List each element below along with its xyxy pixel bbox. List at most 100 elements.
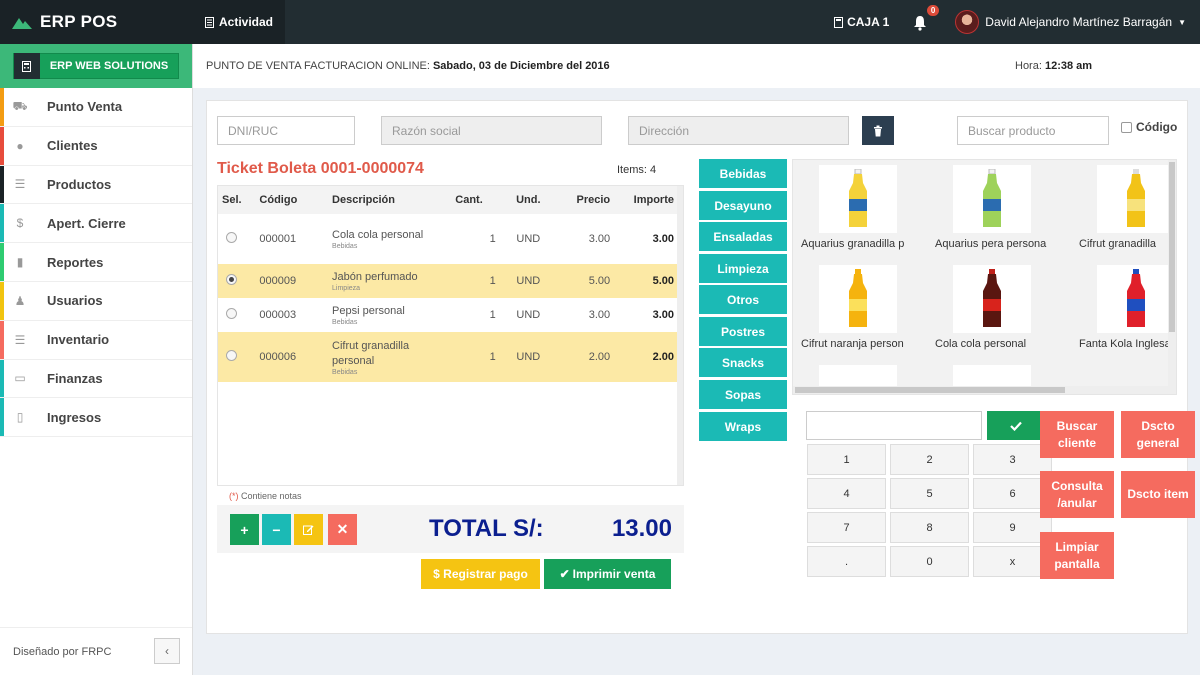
row-description: Cola cola personal	[332, 229, 424, 241]
sidebar-item-stripe	[0, 126, 4, 165]
clear-customer-button[interactable]	[862, 116, 894, 145]
keypad-confirm-button[interactable]	[987, 411, 1045, 440]
sidebar-item-reportes[interactable]: ▮ Reportes	[0, 243, 192, 282]
sidebar-item-ingresos[interactable]: ▯ Ingresos	[0, 398, 192, 438]
keypad-key-5[interactable]: 5	[890, 478, 969, 509]
dscto-item-button[interactable]: Dscto item	[1121, 471, 1195, 518]
sidebar-item-punto-venta[interactable]: ⛟ Punto Venta	[0, 88, 192, 127]
row-unit: UND	[516, 233, 541, 245]
sidebar-item-stripe	[0, 204, 4, 243]
keypad-display-input[interactable]	[806, 411, 982, 440]
keypad-key-7[interactable]: 7	[807, 512, 886, 543]
keypad-key-2[interactable]: 2	[890, 444, 969, 475]
product-card[interactable]: Fanta Kola Inglesa	[1071, 260, 1176, 360]
product-card[interactable]: Cifrut granadilla	[1071, 160, 1176, 260]
sidebar-item-stripe	[0, 243, 4, 281]
category-postres[interactable]: Postres	[699, 317, 787, 346]
table-row[interactable]: 000003 Pepsi personal Bebidas 1 UND 3.00 …	[218, 298, 678, 332]
row-select-radio[interactable]	[226, 308, 237, 319]
bottle-icon	[953, 165, 1031, 233]
category-sopas[interactable]: Sopas	[699, 380, 787, 409]
sidebar: ERP WEB SOLUTIONS ⛟ Punto Venta ● Clientes ☰…	[0, 44, 193, 675]
product-horizontal-scrollbar[interactable]	[793, 386, 1176, 394]
delete-item-button[interactable]: ✕	[328, 514, 357, 545]
search-product-input[interactable]	[957, 116, 1109, 145]
limpiar-pantalla-button[interactable]: Limpiar pantalla	[1040, 532, 1114, 579]
sidebar-item-productos[interactable]: ☰ Productos	[0, 165, 192, 205]
remove-item-button[interactable]: −	[262, 514, 291, 545]
sidebar-item-clientes[interactable]: ● Clientes	[0, 126, 192, 166]
row-amount: 3.00	[652, 309, 674, 321]
scroll-thumb[interactable]	[1169, 162, 1175, 332]
registrar-pago-button[interactable]: $ Registrar pago	[421, 559, 540, 589]
product-card[interactable]: Aquarius granadilla p	[793, 160, 921, 260]
list-icon: ☰	[14, 177, 26, 192]
notifications-button[interactable]: 0	[913, 5, 940, 31]
keypad-key-4[interactable]: 4	[807, 478, 886, 509]
total-label: TOTAL S/:	[429, 515, 544, 542]
row-code: 000001	[259, 233, 297, 245]
category-ensaladas[interactable]: Ensaladas	[699, 222, 787, 251]
brand-name: ERP POS	[40, 12, 118, 31]
category-wraps[interactable]: Wraps	[699, 412, 787, 441]
scroll-thumb[interactable]	[795, 387, 1065, 393]
sidebar-item-stripe	[0, 398, 4, 437]
product-card[interactable]: Cifrut naranja person	[793, 260, 921, 360]
category-snacks[interactable]: Snacks	[699, 348, 787, 377]
edit-item-button[interactable]	[294, 514, 323, 545]
row-select-radio[interactable]	[226, 232, 237, 243]
sidebar-item-label: Ingresos	[47, 409, 102, 425]
imprimir-venta-button[interactable]: ✔ Imprimir venta	[544, 559, 671, 589]
activity-link[interactable]: Actividad	[193, 0, 286, 44]
product-card[interactable]: Cola cola personal	[927, 260, 1055, 360]
category-limpieza[interactable]: Limpieza	[699, 254, 787, 283]
keypad-key-8[interactable]: 8	[890, 512, 969, 543]
pos-panel: Código Ticket Boleta 0001-0000074 Items:…	[206, 100, 1195, 634]
product-name: Aquarius pera persona	[935, 238, 1047, 250]
razon-social-input[interactable]	[381, 116, 602, 145]
sidebar-item-finanzas[interactable]: ▭ Finanzas	[0, 359, 192, 399]
checkbox[interactable]	[1121, 121, 1132, 133]
category-desayuno[interactable]: Desayuno	[699, 191, 787, 220]
brand[interactable]: ERP POS	[0, 0, 193, 44]
user-menu[interactable]: David Alejandro Martínez Barragán ▼	[955, 10, 1186, 34]
product-vertical-scrollbar[interactable]	[1168, 160, 1176, 394]
consulta-anular-button[interactable]: Consulta /anular	[1040, 471, 1114, 518]
product-card[interactable]: Aquarius pera persona	[927, 160, 1055, 260]
person-icon: ♟	[14, 293, 26, 308]
clock: Hora: 12:38 am	[1015, 60, 1092, 72]
keypad-key-0[interactable]: 0	[890, 546, 969, 577]
keypad-key-1[interactable]: 1	[807, 444, 886, 475]
items-count: Items: 4	[617, 164, 657, 176]
row-qty: 1	[489, 309, 496, 321]
sidebar-item-inventario[interactable]: ☰ Inventario	[0, 320, 192, 360]
codigo-label: Código	[1136, 120, 1178, 134]
keypad-key-dot[interactable]: .	[807, 546, 886, 577]
erp-web-solutions-button[interactable]: ERP WEB SOLUTIONS	[12, 53, 180, 79]
codigo-checkbox[interactable]: Código	[1121, 120, 1177, 134]
table-row[interactable]: 000009 Jabón perfumado Limpieza 1 UND 5.0…	[218, 264, 678, 298]
direccion-input[interactable]	[628, 116, 849, 145]
sidebar-item-apert-cierre[interactable]: $ Apert. Cierre	[0, 204, 192, 244]
category-otros[interactable]: Otros	[699, 285, 787, 314]
category-bebidas[interactable]: Bebidas	[699, 159, 787, 188]
dscto-general-button[interactable]: Dscto general	[1121, 411, 1195, 458]
sidebar-item-stripe	[0, 165, 4, 204]
col-precio: Precio	[556, 186, 615, 214]
caja-selector[interactable]: CAJA 1	[834, 15, 889, 29]
buscar-cliente-button[interactable]: Buscar cliente	[1040, 411, 1114, 458]
total-bar: + − ✕ TOTAL S/: 13.00	[217, 505, 684, 553]
sidebar-item-usuarios[interactable]: ♟ Usuarios	[0, 281, 192, 321]
dni-ruc-input[interactable]	[217, 116, 355, 145]
row-select-radio[interactable]	[226, 274, 237, 285]
add-item-button[interactable]: +	[230, 514, 259, 545]
row-qty: 1	[489, 351, 496, 363]
collapse-sidebar-button[interactable]: ‹	[154, 638, 180, 664]
table-scrollbar[interactable]	[677, 186, 683, 485]
sidebar-item-label: Usuarios	[47, 293, 103, 309]
edit-icon	[303, 525, 314, 535]
sidebar-item-stripe	[0, 359, 4, 398]
table-row[interactable]: 000001 Cola cola personal Bebidas 1 UND 3…	[218, 214, 678, 264]
table-row[interactable]: 000006 Cifrut granadilla personal Bebidas…	[218, 332, 678, 382]
row-select-radio[interactable]	[226, 350, 237, 361]
